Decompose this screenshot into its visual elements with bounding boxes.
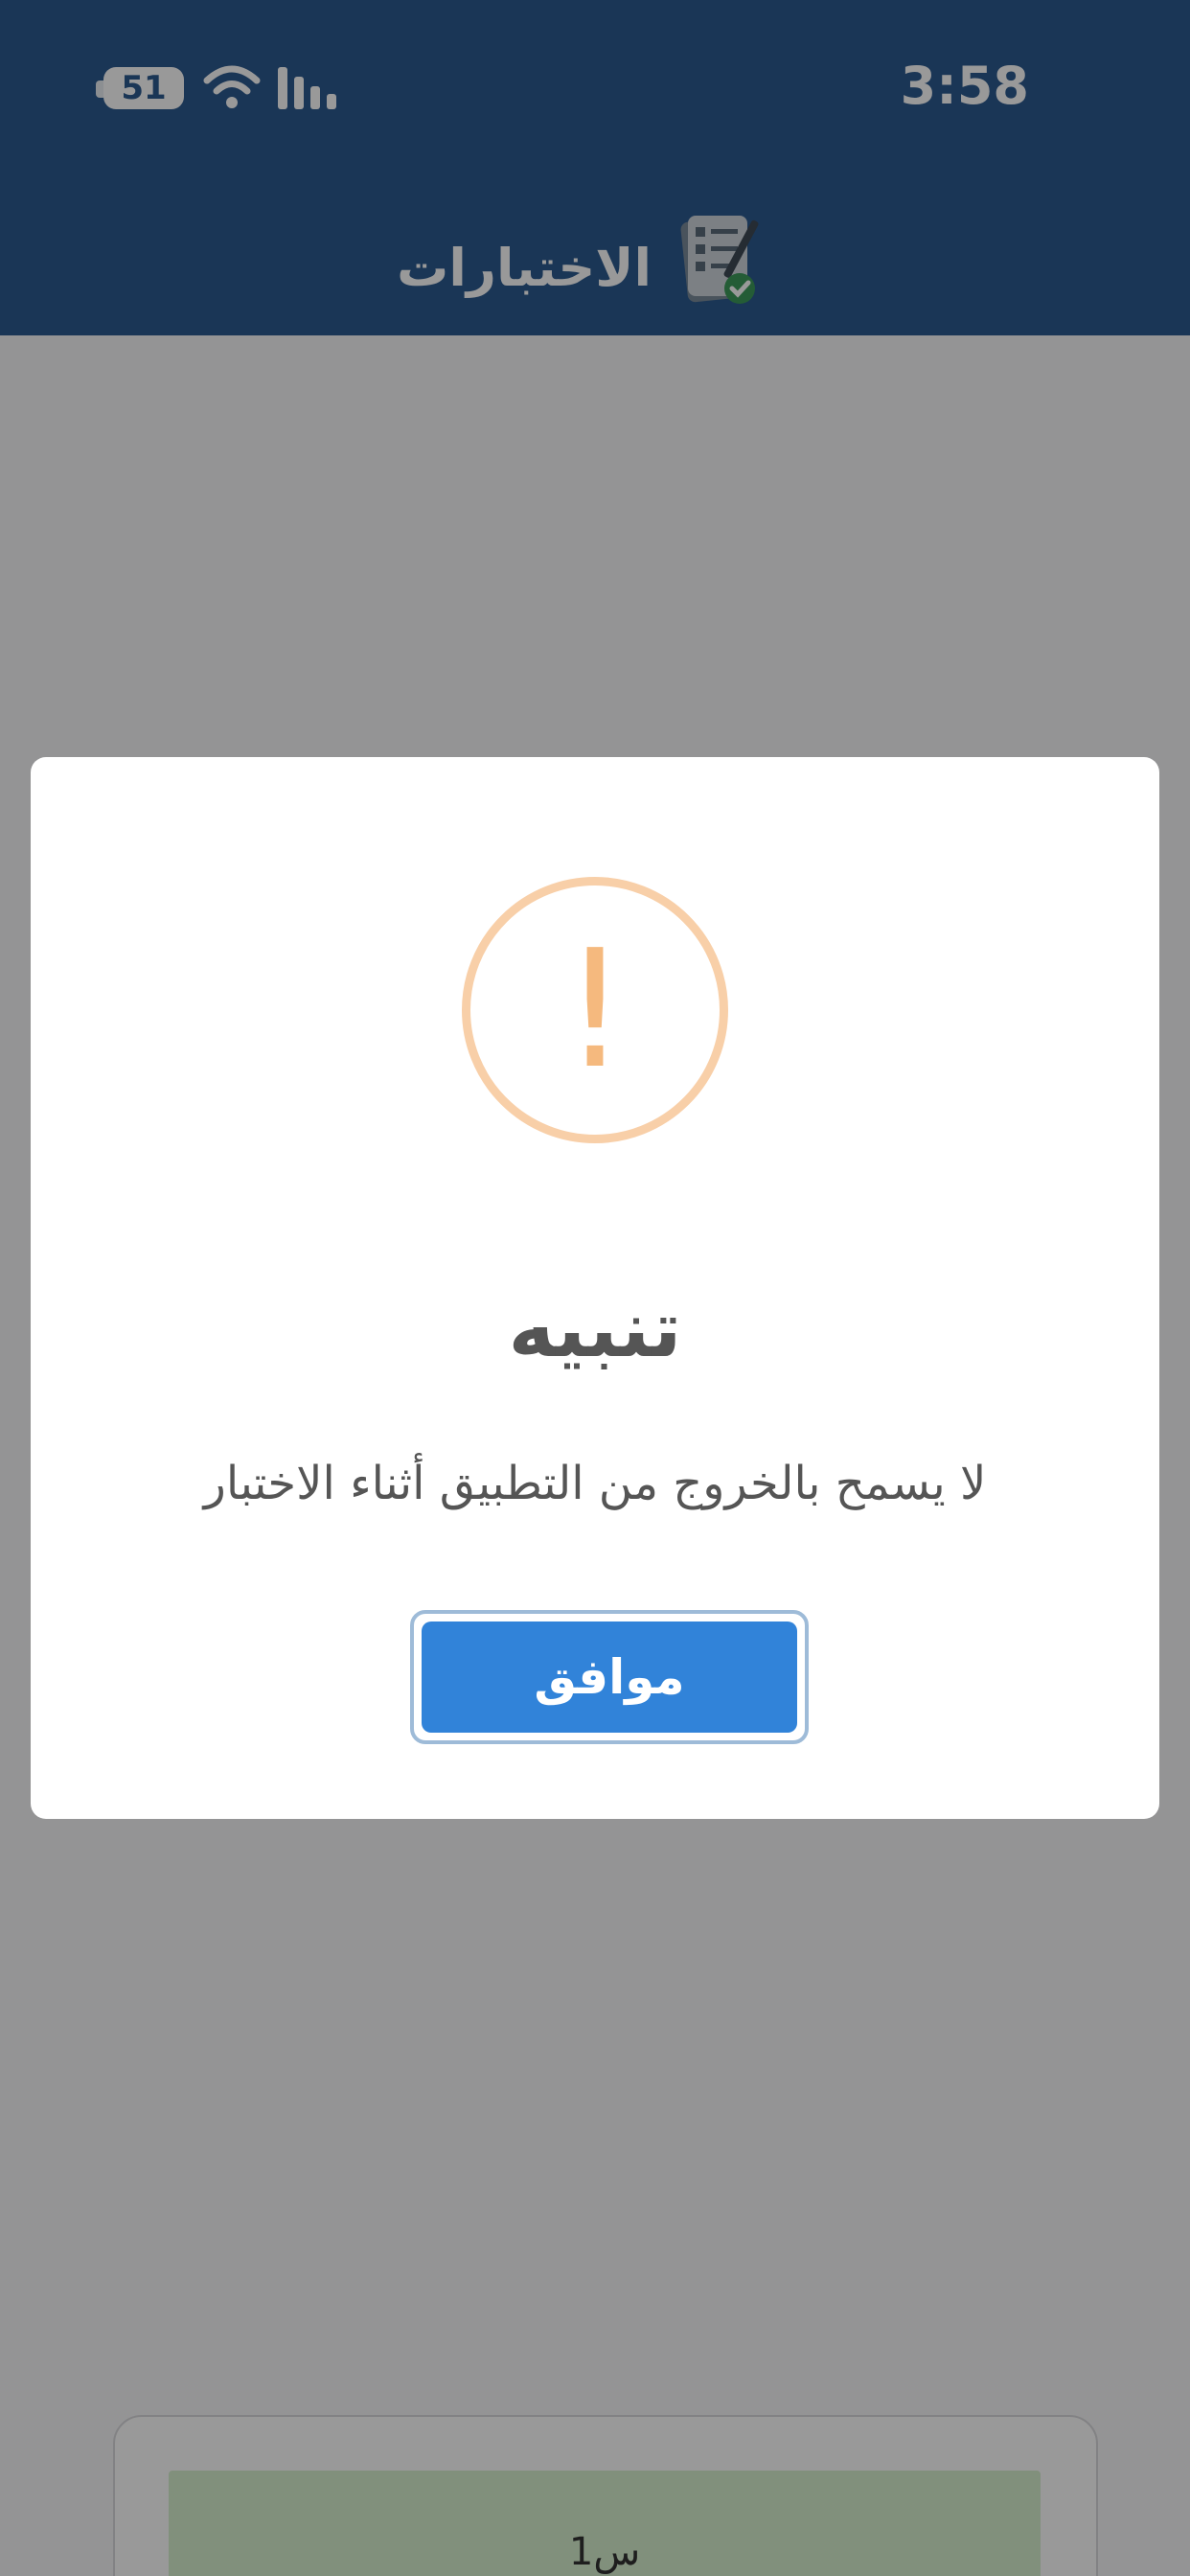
alert-dialog: ! تنبيه لا يسمح بالخروج من التطبيق أثناء… — [31, 757, 1159, 1819]
alert-title: تنبيه — [508, 1284, 682, 1375]
exclamation-mark: ! — [561, 915, 629, 1105]
confirm-button[interactable]: موافق — [422, 1622, 797, 1733]
confirm-button-focus-ring: موافق — [410, 1610, 809, 1744]
warning-icon: ! — [462, 877, 728, 1143]
alert-message: لا يسمح بالخروج من التطبيق أثناء الاختبا… — [203, 1457, 987, 1510]
